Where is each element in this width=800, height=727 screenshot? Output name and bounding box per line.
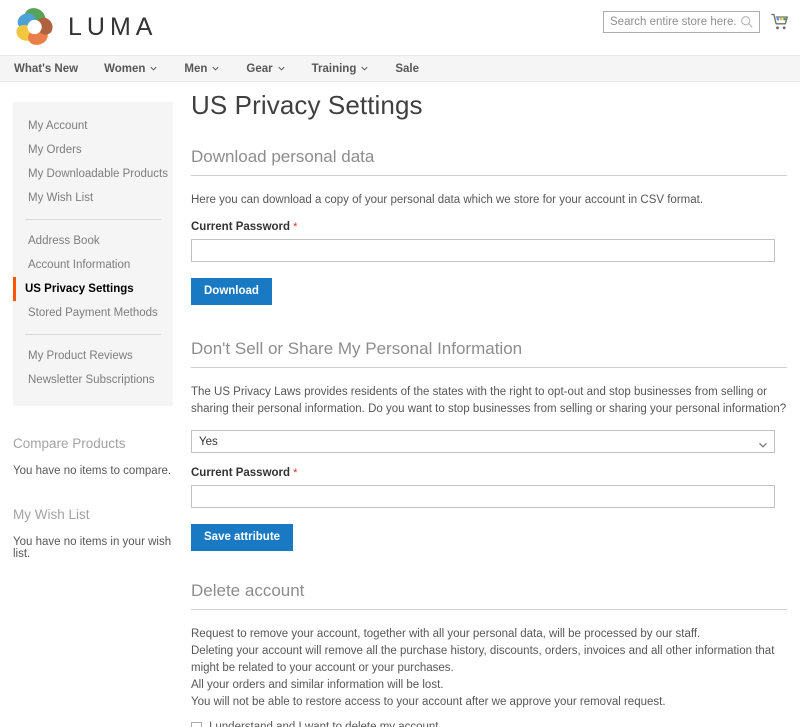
sidebar-item-label: Address Book (28, 235, 100, 247)
sidebar-item-label: Stored Payment Methods (28, 307, 158, 319)
search-box[interactable] (603, 11, 760, 33)
page-title: US Privacy Settings (191, 90, 423, 120)
section-title-dont-sell: Don't Sell or Share My Personal Informat… (191, 339, 523, 358)
download-description: Here you can download a copy of your per… (191, 194, 704, 206)
sidebar-item-my-downloadable-products[interactable]: My Downloadable Products (13, 162, 173, 186)
sidebar-item-us-privacy-settings[interactable]: US Privacy Settings (13, 277, 173, 301)
section-title-delete-account: Delete account (191, 581, 305, 600)
account-nav-group-2: Address Book Account Information US Priv… (13, 229, 173, 325)
sidebar-item-label: My Product Reviews (28, 350, 133, 362)
download-button[interactable]: Download (191, 278, 272, 305)
nav-item-whats-new[interactable]: What's New (14, 63, 78, 75)
sidebar: My Account My Orders My Downloadable Pro… (0, 82, 186, 727)
sidebar-item-label: My Downloadable Products (28, 168, 168, 180)
dont-sell-password-label: Current Password * (191, 467, 787, 479)
section-title-download: Download personal data (191, 147, 375, 166)
wish-list-empty-text: You have no items in your wish list. (13, 536, 172, 560)
dont-sell-section: Don't Sell or Share My Personal Informat… (191, 339, 787, 551)
compare-products-empty-text: You have no items to compare. (13, 465, 172, 477)
sidebar-item-newsletter-subscriptions[interactable]: Newsletter Subscriptions (13, 368, 173, 392)
dont-sell-password-label-text: Current Password (191, 467, 291, 479)
compare-products-title: Compare Products (13, 436, 126, 451)
sidebar-item-my-wish-list[interactable]: My Wish List (13, 186, 173, 210)
nav-item-women[interactable]: Women (104, 63, 158, 75)
sidebar-item-my-orders[interactable]: My Orders (13, 138, 173, 162)
nav-label: Training (311, 62, 357, 75)
wish-list-block: My Wish List You have no items in your w… (13, 507, 186, 560)
save-attribute-button[interactable]: Save attribute (191, 524, 294, 551)
dont-sell-select[interactable]: Yes (191, 430, 775, 453)
download-password-label: Current Password * (191, 221, 787, 233)
nav-label: Gear (246, 62, 273, 75)
required-marker: * (293, 467, 298, 479)
account-nav-group-3: My Product Reviews Newsletter Subscripti… (13, 344, 173, 392)
delete-account-section: Delete account Request to remove your ac… (191, 581, 787, 727)
sidebar-item-stored-payment-methods[interactable]: Stored Payment Methods (13, 301, 173, 325)
sidebar-item-label: Newsletter Subscriptions (28, 374, 155, 386)
chevron-down-icon (277, 64, 286, 73)
section-divider (191, 367, 787, 368)
compare-products-block: Compare Products You have no items to co… (13, 436, 186, 477)
delete-confirm-checkbox[interactable] (191, 721, 202, 727)
nav-label: Sale (395, 62, 420, 75)
sidebar-item-label: My Account (28, 120, 88, 132)
dont-sell-description: The US Privacy Laws provides residents o… (191, 386, 787, 415)
sidebar-item-label: Account Information (28, 259, 131, 271)
delete-confirm-label: I understand and I want to delete my acc… (209, 721, 439, 727)
delete-line-3: All your orders and similar information … (191, 679, 444, 691)
header-actions (603, 11, 790, 33)
site-header: LUMA (0, 0, 800, 55)
nav-item-training[interactable]: Training (312, 63, 370, 75)
logo[interactable]: LUMA (14, 6, 157, 48)
nav-label: Men (184, 62, 208, 75)
nav-item-gear[interactable]: Gear (246, 63, 285, 75)
download-password-label-text: Current Password (191, 221, 291, 233)
sidebar-item-label: My Wish List (28, 192, 94, 204)
sidebar-divider (25, 219, 161, 220)
nav-item-men[interactable]: Men (184, 63, 220, 75)
download-password-input[interactable] (191, 239, 775, 262)
required-marker: * (293, 221, 298, 233)
brand-name: LUMA (68, 12, 158, 41)
sidebar-item-my-product-reviews[interactable]: My Product Reviews (13, 344, 173, 368)
search-icon[interactable] (740, 15, 754, 29)
sidebar-item-my-account[interactable]: My Account (13, 114, 173, 138)
download-personal-data-section: Download personal data Here you can down… (191, 147, 787, 305)
nav-item-sale[interactable]: Sale (395, 63, 419, 75)
section-divider (191, 175, 787, 176)
delete-line-1: Request to remove your account, together… (191, 628, 701, 640)
section-divider (191, 609, 787, 610)
account-nav-group-1: My Account My Orders My Downloadable Pro… (13, 114, 173, 210)
wish-list-title: My Wish List (13, 507, 90, 522)
sidebar-item-account-information[interactable]: Account Information (13, 253, 173, 277)
sidebar-item-label: My Orders (28, 144, 82, 156)
page-body: My Account My Orders My Downloadable Pro… (0, 82, 800, 727)
delete-confirm-row: I understand and I want to delete my acc… (191, 721, 787, 727)
dont-sell-select-wrap: Yes (191, 430, 775, 453)
main-content: US Privacy Settings Download personal da… (186, 82, 800, 727)
delete-line-2: Deleting your account will remove all th… (191, 645, 775, 674)
chevron-down-icon (360, 64, 369, 73)
sidebar-divider (25, 334, 161, 335)
sidebar-item-label: US Privacy Settings (25, 283, 134, 295)
shopping-cart-icon[interactable] (770, 12, 790, 32)
search-input[interactable] (604, 12, 759, 32)
luma-ring-logo-icon (14, 6, 56, 48)
nav-label: What's New (14, 62, 79, 75)
nav-label: Women (104, 62, 146, 75)
main-navigation: What's New Women Men Gear Training Sale (0, 55, 800, 82)
chevron-down-icon (211, 64, 220, 73)
delete-line-4: You will not be able to restore access t… (191, 696, 666, 708)
dont-sell-select-value: Yes (199, 435, 218, 448)
chevron-down-icon (149, 64, 158, 73)
account-nav: My Account My Orders My Downloadable Pro… (13, 102, 173, 406)
sidebar-item-address-book[interactable]: Address Book (13, 229, 173, 253)
dont-sell-password-input[interactable] (191, 485, 775, 508)
